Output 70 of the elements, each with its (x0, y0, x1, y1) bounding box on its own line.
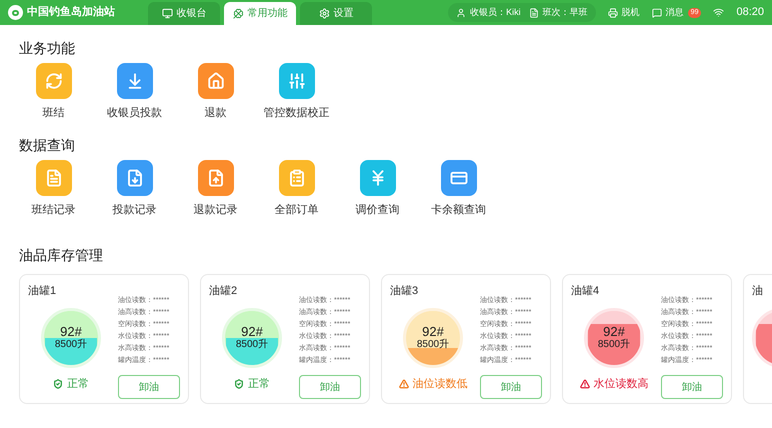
tank-title: 油罐2 (209, 284, 238, 299)
message-icon (652, 8, 662, 18)
tank-title: 油 (752, 284, 763, 299)
tile-label: 班结记录 (32, 202, 76, 218)
warning-icon (398, 378, 408, 389)
tank-title: 油罐3 (390, 284, 418, 299)
function-tile[interactable]: 退款 (175, 63, 256, 122)
function-tile[interactable]: 卡余额查询 (418, 160, 499, 218)
monitor-icon (162, 8, 172, 19)
function-tile[interactable]: 班结记录 (13, 160, 94, 218)
tank-volume: 8500升 (236, 338, 268, 350)
section-title: 油品库存管理 (19, 246, 104, 264)
tank-volume: 8500升 (598, 338, 630, 350)
section-title: 业务功能 (19, 39, 76, 57)
tile-label: 班结 (42, 106, 64, 121)
cashier-label: 收银员：Kiki (470, 6, 521, 19)
sliders-icon (288, 72, 306, 90)
tank-status: 正常 (248, 376, 270, 392)
tank-volume: 8500升 (416, 338, 450, 350)
function-tile[interactable]: 投款记录 (94, 160, 175, 218)
shield-check-icon (234, 378, 244, 389)
unload-button[interactable]: 卸油 (299, 375, 361, 399)
document-icon (44, 168, 62, 186)
refresh-icon (44, 72, 62, 90)
logo-icon (8, 5, 23, 20)
function-tile[interactable]: 全部订单 (256, 160, 337, 218)
tile-label: 调价查询 (356, 202, 400, 218)
document-icon (126, 168, 144, 186)
tile-label: 退款记录 (194, 202, 238, 218)
tile-label: 投款记录 (112, 202, 156, 218)
gear-icon (318, 8, 330, 19)
tank-grade: 92# (422, 324, 444, 338)
clover-icon (232, 8, 244, 19)
station-title: 中国钓鱼岛加油站 (27, 4, 115, 20)
warning-icon (580, 378, 590, 389)
tank-status: 正常 (67, 376, 89, 392)
tank-status: 油位读数低 (412, 376, 468, 392)
shift-label: 班次：早班 (542, 6, 588, 19)
tank-grade: 92# (241, 324, 263, 338)
tile-label: 卡余额查询 (431, 202, 486, 218)
printer-icon (608, 8, 618, 18)
function-tile[interactable]: 收银员投款 (94, 63, 175, 122)
unload-button[interactable]: 卸油 (480, 375, 542, 399)
unload-button[interactable]: 卸油 (118, 375, 180, 399)
tile-label: 全部订单 (274, 202, 318, 218)
unload-button[interactable]: 卸油 (661, 375, 723, 399)
shield-check-icon (53, 378, 63, 389)
tank-title: 油罐4 (571, 284, 600, 299)
function-tile[interactable]: 管控数据校正 (256, 63, 337, 122)
function-tile[interactable]: 退款记录 (175, 160, 256, 218)
offline-label: 脱机 (622, 6, 640, 19)
messages-label: 消息 (666, 6, 684, 19)
wifi-icon (713, 7, 724, 18)
house-icon (206, 72, 224, 90)
tank-grade: 92# (60, 324, 82, 338)
tank-status: 水位读数高 (594, 376, 648, 392)
tank-volume: 8500升 (54, 338, 88, 350)
function-tile[interactable]: 班结 (13, 63, 94, 122)
clipboard-icon (288, 168, 306, 186)
tank-title: 油罐1 (28, 284, 56, 299)
tile-label: 退款 (204, 106, 226, 121)
user-icon (456, 8, 466, 18)
tile-label: 管控数据校正 (264, 106, 330, 121)
clock: 08:20 (736, 5, 764, 20)
tile-label: 收银员投款 (107, 106, 162, 121)
document-icon (206, 168, 224, 186)
function-tile[interactable]: 调价查询 (337, 160, 418, 218)
section-title: 数据查询 (19, 136, 76, 154)
document-icon (528, 8, 539, 18)
tank-grade: 92# (603, 324, 625, 338)
